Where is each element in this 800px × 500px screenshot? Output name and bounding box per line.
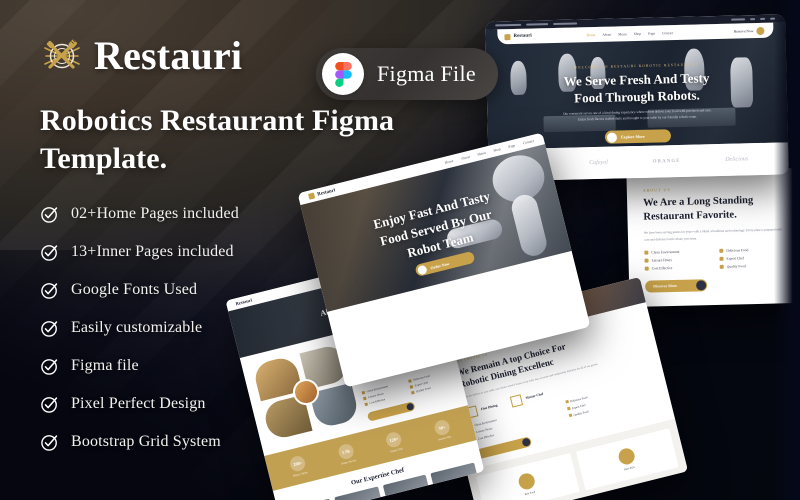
stat-label: Dishes Served (340, 459, 357, 466)
check-circle-icon (40, 319, 59, 338)
check-icon (644, 258, 649, 263)
reserve-label: Reserve Now (733, 28, 754, 34)
menu-item-menu[interactable]: Menu (477, 151, 486, 157)
play-icon (606, 132, 618, 143)
check-circle-icon (40, 395, 59, 414)
menu-item-shop[interactable]: Shop (493, 147, 501, 153)
check-circle-icon (40, 243, 59, 262)
brand-name: Restauri (94, 33, 243, 78)
mockup-logo-icon (504, 33, 511, 40)
brand-logo-delicious: Delicious (725, 156, 749, 163)
menu-item-menu[interactable]: Menu (618, 32, 626, 36)
explore-label: Explore More (620, 134, 645, 140)
menu-item-home[interactable]: Home (586, 33, 595, 37)
arrow-icon (756, 26, 765, 35)
check-circle-icon (40, 281, 59, 300)
figma-badge-label: Figma File (377, 61, 476, 86)
arrow-icon (696, 279, 707, 291)
feature-item: Easily customizable (40, 312, 470, 345)
feature-label: Easily customizable (71, 319, 203, 337)
mockup-logo: Restauri (504, 33, 532, 40)
brand-logo-orange: ORANGE (652, 158, 681, 165)
check-icon (719, 248, 724, 253)
about-paragraph: We have been serving guests for years wi… (643, 227, 782, 242)
feature-label: Google Fonts Used (71, 281, 198, 299)
check-item: Cost Effective (644, 265, 712, 271)
feature-list: 02+Home Pages included 13+Inner Pages in… (40, 198, 470, 459)
check-icon (719, 264, 724, 269)
hero-paragraph: Our restaurant serves one of a kind dini… (563, 108, 712, 122)
master-chef-icon (509, 393, 524, 408)
feature-label: Bootstrap Grid System (71, 433, 221, 451)
right-edge-fade (774, 0, 800, 500)
feature-item: Figma file (40, 350, 470, 383)
about-eyebrow: ABOUT US (642, 187, 671, 193)
feature-item: Pixel Perfect Design (40, 388, 470, 421)
mockup-reserve-button[interactable]: Reserve Now (727, 25, 767, 37)
feature-label: Figma file (71, 357, 139, 375)
menu-item-contact[interactable]: Contact (522, 139, 534, 146)
about-discover-button[interactable]: Discover More (645, 278, 708, 293)
check-item: Clean Environment (644, 249, 711, 255)
discover-label: Discover More (653, 283, 678, 289)
menu-item-page[interactable]: Page (648, 31, 655, 35)
check-icon (564, 400, 569, 404)
feature-item: Google Fonts Used (40, 274, 470, 307)
about-checklist: Clean Environment Delicious Food Leisure… (644, 247, 786, 271)
page-title: Robotics Restaurant Figma Template. (40, 104, 395, 175)
feature-item: 02+Home Pages included (40, 198, 470, 231)
crossed-cutlery-plate-icon (40, 34, 84, 78)
feature-label: 02+Home Pages included (71, 205, 239, 223)
brand-logo-cafeyol: Cafeyol (589, 159, 608, 167)
award-seal-icon (616, 446, 637, 466)
check-icon (644, 266, 649, 271)
award-seal-icon (517, 471, 537, 491)
feature-label: Pixel Perfect Design (71, 395, 206, 413)
check-circle-icon (40, 205, 59, 224)
mockup-menu: Home About Menu Shop Page Contact (586, 31, 673, 37)
menu-item-about[interactable]: About (602, 32, 611, 36)
check-item: Leisure Hours (644, 257, 711, 263)
feature-label: 13+Inner Pages included (71, 243, 234, 261)
promo-banner: Restauri Home About Menu Shop Page Conta… (0, 0, 800, 500)
stat-label: Happy Clients (292, 471, 309, 478)
figma-logo-icon (322, 53, 364, 95)
feature-item: Bootstrap Grid System (40, 426, 470, 459)
check-icon (568, 413, 572, 418)
check-icon (566, 406, 571, 411)
check-circle-icon (40, 357, 59, 376)
check-icon (719, 256, 724, 261)
check-icon (644, 250, 649, 255)
check-circle-icon (40, 433, 59, 452)
figma-file-badge[interactable]: Figma File (316, 48, 498, 100)
hero-explore-button[interactable]: Explore More (604, 129, 672, 145)
about-title-line2: Restaurant Favorite. (643, 209, 737, 223)
menu-item-contact[interactable]: Contact (662, 31, 673, 35)
menu-item-page[interactable]: Page (508, 143, 516, 149)
menu-item-shop[interactable]: Shop (634, 31, 641, 35)
arrow-icon (521, 437, 532, 447)
feature-master-chef: Master Chef (509, 389, 545, 408)
feature-item: 13+Inner Pages included (40, 236, 470, 269)
mockup-logo-text: Restauri (513, 33, 532, 39)
